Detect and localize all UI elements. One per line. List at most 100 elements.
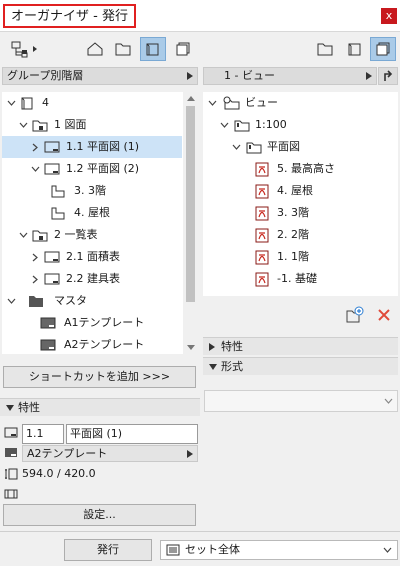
tree-item-label: 3. 3階 — [74, 184, 106, 197]
layout-icon — [44, 272, 60, 286]
folder-icon — [316, 41, 334, 57]
publish-button[interactable]: 発行 — [64, 539, 152, 561]
tree-item-view[interactable]: 1. 1階 — [203, 246, 398, 268]
layout-book-icon — [346, 41, 364, 57]
pdf-view-icon — [255, 250, 269, 265]
pdf-view-icon — [255, 228, 269, 243]
triangle-right-icon — [366, 72, 372, 80]
tree-item-layout[interactable]: 2.1 面積表 — [2, 246, 182, 268]
delete-button[interactable] — [376, 307, 392, 323]
chevron-down-icon[interactable] — [207, 92, 217, 114]
layout-book-icon — [144, 41, 162, 57]
tree-item-label: 3. 3階 — [277, 206, 309, 219]
scroll-thumb[interactable] — [186, 106, 195, 302]
chevron-down-icon[interactable] — [231, 136, 241, 158]
tree-item-label: -1. 基礎 — [277, 272, 317, 285]
tree-item-label: 4. 屋根 — [277, 184, 313, 197]
subset-folder-icon — [32, 228, 48, 242]
title-bar: オーガナイザ - 発行 x — [0, 0, 400, 32]
tree-item-view[interactable]: 2. 2階 — [203, 224, 398, 246]
right-layout-book-button[interactable] — [342, 37, 368, 61]
tree-item-drawing[interactable]: 4. 屋根 — [2, 202, 182, 224]
triangle-down-icon — [209, 364, 217, 370]
chevron-down-icon[interactable] — [18, 224, 28, 246]
publisher-sets-icon — [174, 41, 192, 57]
right-view-map-button[interactable] — [312, 37, 338, 61]
master-select-value: A2テンプレート — [27, 447, 108, 460]
view-map-button[interactable] — [110, 37, 136, 61]
tree-item-view-root[interactable]: ビュー — [203, 92, 398, 114]
hierarchy-icon — [9, 40, 39, 58]
tree-item-label: 5. 最高高さ — [277, 162, 335, 175]
format-select[interactable] — [204, 390, 398, 412]
layout-book-button[interactable] — [140, 37, 166, 61]
scroll-down-icon[interactable] — [187, 345, 195, 350]
tree-item-layout[interactable]: 1.2 平面図 (2) — [2, 158, 182, 180]
right-view-dropdown[interactable]: 1 - ビュー — [203, 67, 377, 85]
tree-item-view[interactable]: 5. 最高高さ — [203, 158, 398, 180]
house-icon — [86, 41, 104, 57]
triangle-right-icon — [209, 343, 215, 351]
tree-item-master[interactable]: A2テンプレート — [2, 334, 182, 354]
properties-section-header[interactable]: 特性 — [203, 337, 398, 355]
scroll-up-icon[interactable] — [187, 96, 195, 101]
publisher-sets-button[interactable] — [170, 37, 196, 61]
view-map-icon — [223, 96, 241, 110]
left-view-dropdown[interactable]: グループ別階層 — [2, 67, 198, 85]
master-icon — [4, 447, 18, 459]
publisher-set-select[interactable]: セット全体 — [160, 540, 398, 560]
chevron-right-icon[interactable] — [30, 136, 40, 158]
tree-item-folder[interactable]: 平面図 — [203, 136, 398, 158]
tree-item-masters[interactable]: マスタ — [2, 290, 182, 312]
layout-id-field[interactable]: 1.1 — [22, 424, 64, 444]
chevron-down-icon — [384, 398, 393, 404]
hierarchy-menu-button[interactable] — [6, 37, 42, 61]
tree-item-folder[interactable]: 1:100 — [203, 114, 398, 136]
chevron-down-icon[interactable] — [18, 114, 28, 136]
settings-button[interactable]: 設定... — [3, 504, 196, 526]
pdf-view-icon — [255, 184, 269, 199]
format-section-header[interactable]: 形式 — [203, 357, 398, 375]
left-properties-section-header[interactable]: 特性 — [0, 398, 200, 416]
chevron-down-icon[interactable] — [30, 158, 40, 180]
left-tree-scrollbar[interactable] — [183, 92, 198, 354]
delete-x-icon — [376, 307, 392, 323]
project-map-button[interactable] — [82, 37, 108, 61]
tree-item-master[interactable]: A1テンプレート — [2, 312, 182, 334]
add-shortcut-button[interactable]: ショートカットを追加 >>> — [3, 366, 196, 388]
tree-item-view[interactable]: -1. 基礎 — [203, 268, 398, 290]
new-subset-button[interactable] — [346, 306, 364, 324]
right-tree: ビュー 1:100 平面図 5. 最高高さ 4. 屋根 3. 3階 2. 2階 … — [203, 92, 398, 296]
tree-item-view[interactable]: 3. 3階 — [203, 202, 398, 224]
up-level-button[interactable] — [378, 67, 398, 85]
tree-item-label: 2.1 面積表 — [66, 250, 120, 263]
folder-filled-icon — [28, 294, 44, 308]
close-button[interactable]: x — [381, 8, 397, 24]
tree-item-label: 1 図面 — [54, 118, 87, 131]
drawing-icon — [50, 206, 66, 220]
master-layout-icon — [40, 338, 56, 352]
tree-item-layout[interactable]: 1.1 平面図 (1) — [2, 136, 182, 158]
layout-size-text: 594.0 / 420.0 — [22, 467, 96, 480]
left-view-dropdown-label: グループ別階層 — [7, 69, 84, 82]
chevron-right-icon[interactable] — [30, 246, 40, 268]
master-select[interactable]: A2テンプレート — [22, 445, 198, 462]
tree-item-label: 平面図 — [267, 140, 300, 153]
tree-item-view[interactable]: 4. 屋根 — [203, 180, 398, 202]
tree-item-drawing[interactable]: 3. 3階 — [2, 180, 182, 202]
tree-item-layout[interactable]: 2.2 建具表 — [2, 268, 182, 290]
chevron-down-icon[interactable] — [6, 290, 16, 312]
layout-icon — [4, 427, 18, 439]
chevron-down-icon[interactable] — [219, 114, 229, 136]
tree-item-subset[interactable]: 2 一覧表 — [2, 224, 182, 246]
tree-item-label: 1:100 — [255, 118, 287, 131]
right-publisher-sets-button[interactable] — [370, 37, 396, 61]
tree-item-layout-book[interactable]: 4 — [2, 92, 182, 114]
layout-name-field[interactable]: 平面図 (1) — [66, 424, 198, 444]
left-tree: 4 1 図面 1.1 平面図 (1) 1.2 平面図 (2) 3. 3階 4. … — [2, 92, 198, 354]
chevron-right-icon[interactable] — [30, 268, 40, 290]
chevron-down-icon[interactable] — [6, 92, 16, 114]
publisher-sets-icon — [374, 41, 392, 57]
layout-icon — [44, 140, 60, 154]
tree-item-subset[interactable]: 1 図面 — [2, 114, 182, 136]
